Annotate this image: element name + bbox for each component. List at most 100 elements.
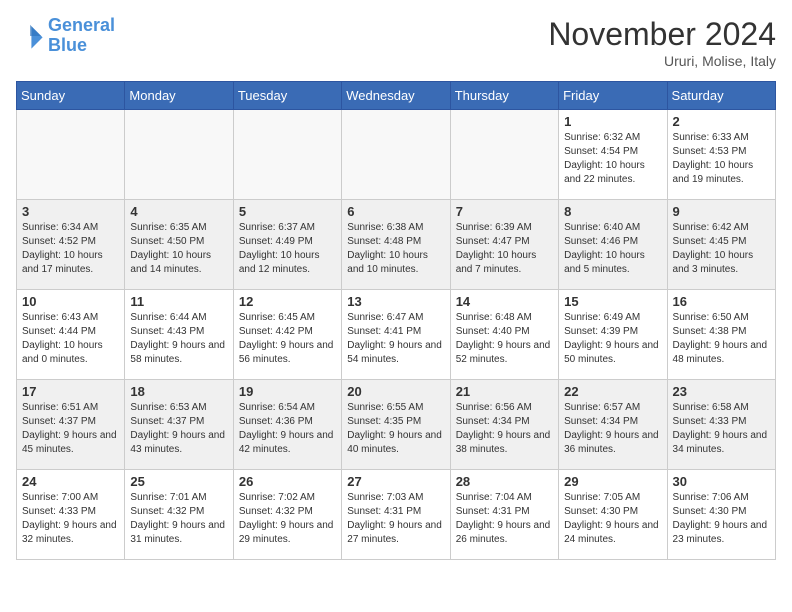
calendar-cell: 30 Sunrise: 7:06 AM Sunset: 4:30 PM Dayli… xyxy=(667,470,775,560)
page-header: General Blue November 2024 Ururi, Molise… xyxy=(16,16,776,69)
day-info: Sunrise: 6:51 AM Sunset: 4:37 PM Dayligh… xyxy=(22,401,119,457)
calendar-cell: 29 Sunrise: 7:05 AM Sunset: 4:30 PM Dayli… xyxy=(559,470,667,560)
day-info: Sunrise: 6:56 AM Sunset: 4:34 PM Dayligh… xyxy=(456,401,553,457)
day-number: 19 xyxy=(239,384,336,399)
calendar-cell xyxy=(125,110,233,200)
day-info: Sunrise: 6:48 AM Sunset: 4:40 PM Dayligh… xyxy=(456,311,553,367)
day-number: 23 xyxy=(673,384,770,399)
calendar-cell: 5 Sunrise: 6:37 AM Sunset: 4:49 PM Daylig… xyxy=(233,200,341,290)
logo-line1: General xyxy=(48,15,115,35)
day-number: 20 xyxy=(347,384,444,399)
day-info: Sunrise: 6:54 AM Sunset: 4:36 PM Dayligh… xyxy=(239,401,336,457)
calendar-cell: 10Sunrise: 6:43 AM Sunset: 4:44 PM Dayli… xyxy=(17,290,125,380)
calendar-cell: 2 Sunrise: 6:33 AM Sunset: 4:53 PM Daylig… xyxy=(667,110,775,200)
day-number: 25 xyxy=(130,474,227,489)
day-number: 4 xyxy=(130,204,227,219)
day-info: Sunrise: 6:44 AM Sunset: 4:43 PM Dayligh… xyxy=(130,311,227,367)
calendar-cell: 7 Sunrise: 6:39 AM Sunset: 4:47 PM Daylig… xyxy=(450,200,558,290)
calendar-week-row: 10Sunrise: 6:43 AM Sunset: 4:44 PM Dayli… xyxy=(17,290,776,380)
weekday-header-sunday: Sunday xyxy=(17,82,125,110)
calendar-cell: 11Sunrise: 6:44 AM Sunset: 4:43 PM Dayli… xyxy=(125,290,233,380)
location: Ururi, Molise, Italy xyxy=(548,53,776,69)
day-info: Sunrise: 7:00 AM Sunset: 4:33 PM Dayligh… xyxy=(22,491,119,547)
logo-icon xyxy=(16,22,44,50)
day-info: Sunrise: 6:39 AM Sunset: 4:47 PM Dayligh… xyxy=(456,221,553,277)
day-number: 2 xyxy=(673,114,770,129)
day-info: Sunrise: 6:37 AM Sunset: 4:49 PM Dayligh… xyxy=(239,221,336,277)
logo: General Blue xyxy=(16,16,115,56)
calendar-cell: 17 Sunrise: 6:51 AM Sunset: 4:37 PM Dayli… xyxy=(17,380,125,470)
day-number: 10 xyxy=(22,294,119,309)
day-info: Sunrise: 7:05 AM Sunset: 4:30 PM Dayligh… xyxy=(564,491,661,547)
day-number: 6 xyxy=(347,204,444,219)
calendar-week-row: 3Sunrise: 6:34 AM Sunset: 4:52 PM Daylig… xyxy=(17,200,776,290)
calendar-cell: 13 Sunrise: 6:47 AM Sunset: 4:41 PM Dayli… xyxy=(342,290,450,380)
calendar-cell xyxy=(17,110,125,200)
calendar-cell: 21 Sunrise: 6:56 AM Sunset: 4:34 PM Dayli… xyxy=(450,380,558,470)
calendar-cell: 3Sunrise: 6:34 AM Sunset: 4:52 PM Daylig… xyxy=(17,200,125,290)
weekday-header-tuesday: Tuesday xyxy=(233,82,341,110)
calendar: SundayMondayTuesdayWednesdayThursdayFrid… xyxy=(16,81,776,560)
day-number: 1 xyxy=(564,114,661,129)
calendar-cell: 15Sunrise: 6:49 AM Sunset: 4:39 PM Dayli… xyxy=(559,290,667,380)
calendar-cell: 16 Sunrise: 6:50 AM Sunset: 4:38 PM Dayli… xyxy=(667,290,775,380)
weekday-header-wednesday: Wednesday xyxy=(342,82,450,110)
day-info: Sunrise: 6:49 AM Sunset: 4:39 PM Dayligh… xyxy=(564,311,661,367)
day-number: 17 xyxy=(22,384,119,399)
day-number: 30 xyxy=(673,474,770,489)
title-block: November 2024 Ururi, Molise, Italy xyxy=(548,16,776,69)
day-info: Sunrise: 7:01 AM Sunset: 4:32 PM Dayligh… xyxy=(130,491,227,547)
day-info: Sunrise: 6:47 AM Sunset: 4:41 PM Dayligh… xyxy=(347,311,444,367)
day-number: 7 xyxy=(456,204,553,219)
day-info: Sunrise: 6:40 AM Sunset: 4:46 PM Dayligh… xyxy=(564,221,661,277)
day-number: 21 xyxy=(456,384,553,399)
calendar-cell: 28Sunrise: 7:04 AM Sunset: 4:31 PM Dayli… xyxy=(450,470,558,560)
day-info: Sunrise: 6:50 AM Sunset: 4:38 PM Dayligh… xyxy=(673,311,770,367)
day-info: Sunrise: 6:45 AM Sunset: 4:42 PM Dayligh… xyxy=(239,311,336,367)
day-number: 18 xyxy=(130,384,227,399)
day-info: Sunrise: 6:33 AM Sunset: 4:53 PM Dayligh… xyxy=(673,131,770,187)
logo-text: General Blue xyxy=(48,16,115,56)
weekday-header-thursday: Thursday xyxy=(450,82,558,110)
calendar-cell: 6 Sunrise: 6:38 AM Sunset: 4:48 PM Daylig… xyxy=(342,200,450,290)
day-info: Sunrise: 7:04 AM Sunset: 4:31 PM Dayligh… xyxy=(456,491,553,547)
day-info: Sunrise: 6:57 AM Sunset: 4:34 PM Dayligh… xyxy=(564,401,661,457)
day-number: 16 xyxy=(673,294,770,309)
calendar-cell: 12Sunrise: 6:45 AM Sunset: 4:42 PM Dayli… xyxy=(233,290,341,380)
calendar-cell: 19 Sunrise: 6:54 AM Sunset: 4:36 PM Dayli… xyxy=(233,380,341,470)
day-info: Sunrise: 7:03 AM Sunset: 4:31 PM Dayligh… xyxy=(347,491,444,547)
day-number: 8 xyxy=(564,204,661,219)
day-number: 24 xyxy=(22,474,119,489)
calendar-cell: 9Sunrise: 6:42 AM Sunset: 4:45 PM Daylig… xyxy=(667,200,775,290)
calendar-cell xyxy=(233,110,341,200)
day-number: 9 xyxy=(673,204,770,219)
logo-line2: Blue xyxy=(48,36,115,56)
calendar-cell: 23 Sunrise: 6:58 AM Sunset: 4:33 PM Dayli… xyxy=(667,380,775,470)
calendar-cell: 14 Sunrise: 6:48 AM Sunset: 4:40 PM Dayli… xyxy=(450,290,558,380)
calendar-cell: 18Sunrise: 6:53 AM Sunset: 4:37 PM Dayli… xyxy=(125,380,233,470)
day-info: Sunrise: 6:35 AM Sunset: 4:50 PM Dayligh… xyxy=(130,221,227,277)
day-number: 14 xyxy=(456,294,553,309)
month-title: November 2024 xyxy=(548,16,776,53)
day-number: 5 xyxy=(239,204,336,219)
calendar-week-row: 1Sunrise: 6:32 AM Sunset: 4:54 PM Daylig… xyxy=(17,110,776,200)
weekday-header-row: SundayMondayTuesdayWednesdayThursdayFrid… xyxy=(17,82,776,110)
calendar-cell: 26 Sunrise: 7:02 AM Sunset: 4:32 PM Dayli… xyxy=(233,470,341,560)
day-info: Sunrise: 7:06 AM Sunset: 4:30 PM Dayligh… xyxy=(673,491,770,547)
day-number: 27 xyxy=(347,474,444,489)
calendar-cell: 27 Sunrise: 7:03 AM Sunset: 4:31 PM Dayli… xyxy=(342,470,450,560)
calendar-week-row: 24 Sunrise: 7:00 AM Sunset: 4:33 PM Dayli… xyxy=(17,470,776,560)
day-number: 22 xyxy=(564,384,661,399)
day-number: 29 xyxy=(564,474,661,489)
day-info: Sunrise: 7:02 AM Sunset: 4:32 PM Dayligh… xyxy=(239,491,336,547)
calendar-week-row: 17 Sunrise: 6:51 AM Sunset: 4:37 PM Dayli… xyxy=(17,380,776,470)
calendar-cell: 4 Sunrise: 6:35 AM Sunset: 4:50 PM Daylig… xyxy=(125,200,233,290)
day-number: 26 xyxy=(239,474,336,489)
day-info: Sunrise: 6:58 AM Sunset: 4:33 PM Dayligh… xyxy=(673,401,770,457)
calendar-cell: 24 Sunrise: 7:00 AM Sunset: 4:33 PM Dayli… xyxy=(17,470,125,560)
day-info: Sunrise: 6:38 AM Sunset: 4:48 PM Dayligh… xyxy=(347,221,444,277)
day-info: Sunrise: 6:34 AM Sunset: 4:52 PM Dayligh… xyxy=(22,221,119,277)
calendar-cell: 22 Sunrise: 6:57 AM Sunset: 4:34 PM Dayli… xyxy=(559,380,667,470)
day-number: 13 xyxy=(347,294,444,309)
weekday-header-friday: Friday xyxy=(559,82,667,110)
